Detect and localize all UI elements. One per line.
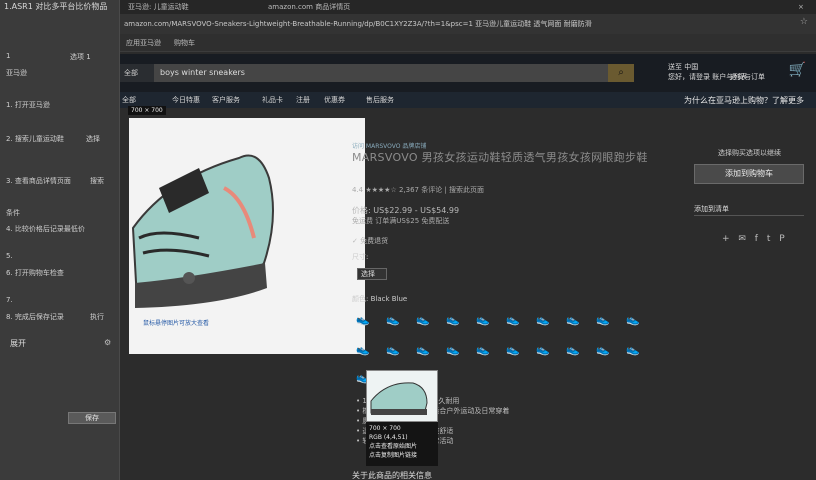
preview-action[interactable]: 点击查看原始图片 xyxy=(369,442,435,451)
free-returns[interactable]: ✓ 免费退货 xyxy=(352,236,388,246)
preview-dims: 700 × 700 xyxy=(369,425,401,432)
cart-icon[interactable]: 🛒 xyxy=(789,62,806,78)
section-heading: 关于此商品的相关信息 xyxy=(352,471,432,480)
nav-item[interactable]: 客户服务 xyxy=(212,95,240,105)
zoom-hint: 鼠标悬停图片可放大查看 xyxy=(143,320,210,327)
color-swatch[interactable]: 👟 xyxy=(446,314,460,326)
color-swatch[interactable]: 👟 xyxy=(476,314,490,326)
close-icon[interactable]: × xyxy=(790,0,804,14)
shoe-thumbnail xyxy=(370,382,428,415)
deliver-to[interactable]: 送至 中国 xyxy=(668,62,698,72)
workflow-step[interactable]: 1. 打开亚马逊 xyxy=(6,100,114,110)
product-title: MARSVOVO 男孩女孩运动鞋轻质透气男孩女孩网眼跑步鞋 xyxy=(352,151,648,164)
color-swatch[interactable]: 👟 xyxy=(536,314,550,326)
color-swatch[interactable]: 👟 xyxy=(596,344,610,356)
nav-item[interactable]: 今日特惠 xyxy=(172,95,200,105)
product-image[interactable]: 鼠标悬停图片可放大查看 xyxy=(129,118,365,354)
buybox-note: 选择购买选项以继续 xyxy=(718,149,781,157)
address-bar: amazon.com/MARSVOVO-Sneakers-Lightweight… xyxy=(120,14,816,34)
add-to-cart-button[interactable]: 添加到购物车 xyxy=(694,164,804,184)
bookmark-item[interactable]: 购物车 xyxy=(174,38,195,48)
color-swatch[interactable]: 👟 xyxy=(566,344,580,356)
add-to-list-button[interactable]: 添加到清单 xyxy=(694,204,804,216)
color-swatch[interactable]: 👟 xyxy=(476,344,490,356)
color-swatch[interactable]: 👟 xyxy=(536,344,550,356)
amazon-header: 全部 boys winter sneakers ⌕ 送至 中国 您好，请登录 账… xyxy=(120,54,816,92)
search-icon[interactable]: ⌕ xyxy=(608,64,634,82)
size-select[interactable]: 选择 xyxy=(357,268,387,280)
hover-preview-info: 700 × 700 RGB (4,4,51) 点击查看原始图片 点击复制图片链接 xyxy=(366,422,438,466)
nav-item[interactable]: 礼品卡 xyxy=(262,95,283,105)
color-swatch[interactable]: 👟 xyxy=(386,344,400,356)
star-icon[interactable]: ☆ xyxy=(800,17,808,27)
size-label: 尺寸: xyxy=(352,253,369,261)
workflow-step[interactable]: 条件 xyxy=(6,208,114,218)
hover-preview-image xyxy=(366,370,438,422)
color-label: 颜色: Black Blue xyxy=(352,295,408,303)
tab[interactable]: amazon.com 商品详情页 xyxy=(260,0,350,14)
brand-link[interactable]: 访问 MARSVOVO 品牌店铺 xyxy=(352,141,426,150)
workflow-step[interactable]: 1 xyxy=(6,52,114,60)
color-swatch[interactable]: 👟 xyxy=(506,344,520,356)
search-category-select[interactable]: 全部 xyxy=(120,64,154,82)
nav-item-all[interactable]: 全部 xyxy=(122,95,136,105)
bookmark-item[interactable]: 亚马逊 xyxy=(140,38,161,48)
amazon-nav: 全部 今日特惠 客户服务 礼品卡 注册 优惠券 售后服务 为什么在亚马逊上购物？… xyxy=(120,92,816,108)
nav-item[interactable]: 优惠券 xyxy=(324,95,345,105)
workflow-step[interactable]: 7. xyxy=(6,296,114,304)
workflow-step[interactable]: 5. xyxy=(6,252,114,260)
save-button[interactable]: 保存 xyxy=(68,412,116,424)
workflow-step[interactable]: 亚马逊 xyxy=(6,68,114,78)
color-swatch[interactable]: 👟 xyxy=(566,314,580,326)
workflow-step-sub: 执行 xyxy=(90,313,104,321)
share-icons[interactable]: + ✉ f t P xyxy=(722,234,788,244)
nav-item[interactable]: 售后服务 xyxy=(366,95,394,105)
bookmarks-bar: 应用 亚马逊 购物车 xyxy=(120,34,816,52)
color-swatch[interactable]: 👟 xyxy=(626,314,640,326)
workflow-step[interactable]: 4. 比较价格后记录最低价 xyxy=(6,224,114,234)
bookmark-item[interactable]: 应用 xyxy=(126,38,140,48)
color-swatch[interactable]: 👟 xyxy=(416,314,430,326)
workflow-step-sub: 选项 1 xyxy=(70,53,91,61)
color-swatch[interactable]: 👟 xyxy=(416,344,430,356)
workflow-step-sub: 选择 xyxy=(86,135,100,143)
workflow-step-sub: 搜索 xyxy=(90,177,104,185)
promo-link[interactable]: 为什么在亚马逊上购物？了解更多 xyxy=(684,95,804,106)
workflow-step[interactable]: 6. 打开购物车检查 xyxy=(6,268,114,278)
color-swatch[interactable]: 👟 xyxy=(386,314,400,326)
color-swatch[interactable]: 👟 xyxy=(626,344,640,356)
panel-title: 1.ASR1 对比多平台比价物品 xyxy=(4,2,108,11)
color-swatch[interactable]: 👟 xyxy=(506,314,520,326)
tab-bar: 亚马逊: 儿童运动鞋 amazon.com 商品详情页 × xyxy=(120,0,816,14)
image-dimension-badge: 700 × 700 xyxy=(128,106,166,115)
color-swatch[interactable]: 👟 xyxy=(596,314,610,326)
expand-toggle[interactable]: 展开 xyxy=(10,338,26,349)
shipping-note: 免运费 订单满US$25 免费配送 xyxy=(352,217,450,225)
color-swatch[interactable]: 👟 xyxy=(446,344,460,356)
gear-icon[interactable]: ⚙ xyxy=(104,338,111,347)
price-range: 价格: US$22.99 - US$54.99 xyxy=(352,206,460,215)
tab[interactable]: 亚马逊: 儿童运动鞋 xyxy=(120,0,189,14)
color-swatch[interactable]: 👟 xyxy=(356,314,370,326)
url-field[interactable]: amazon.com/MARSVOVO-Sneakers-Lightweight… xyxy=(124,17,792,31)
workflow-panel: 1.ASR1 对比多平台比价物品 1 选项 1 亚马逊 1. 打开亚马逊 2. … xyxy=(0,0,120,480)
orders-link[interactable]: 退货与订单 xyxy=(730,72,765,82)
color-swatch[interactable]: 👟 xyxy=(356,344,370,356)
preview-rgb: RGB (4,4,51) xyxy=(369,434,408,441)
search-input[interactable]: boys winter sneakers xyxy=(154,64,608,82)
nav-item[interactable]: 注册 xyxy=(296,95,310,105)
rating-summary[interactable]: 4.4 ★★★★☆ 2,367 条评论 | 搜索此页面 xyxy=(352,185,484,195)
preview-action[interactable]: 点击复制图片链接 xyxy=(369,451,435,460)
